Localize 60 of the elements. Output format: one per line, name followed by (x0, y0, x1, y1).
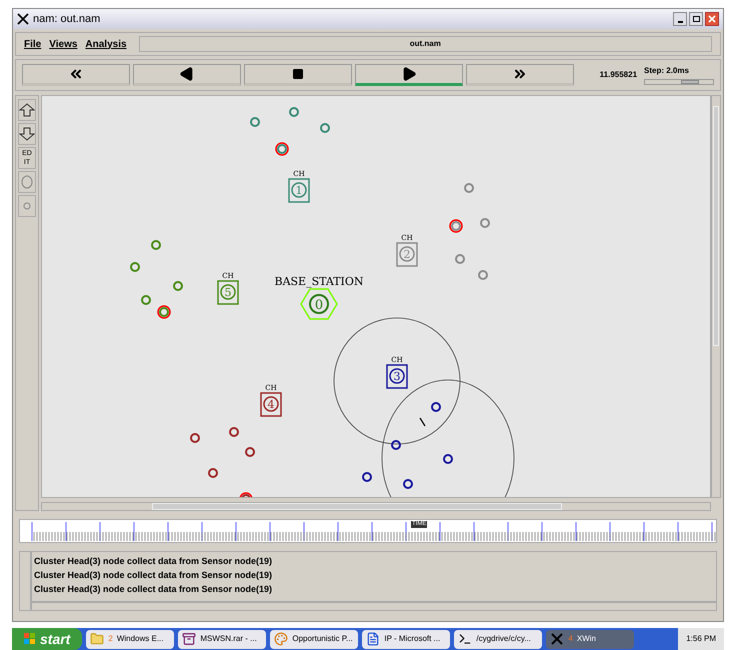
tool-button[interactable] (18, 123, 36, 145)
menu-item[interactable]: Views (49, 36, 78, 52)
play-icon (400, 66, 417, 82)
back-icon (178, 66, 195, 82)
slider-thumb[interactable] (681, 80, 700, 84)
stop-icon (292, 68, 304, 80)
cluster-head-node: 5 (217, 280, 239, 305)
log-scrollbar[interactable] (31, 602, 717, 611)
tool-button[interactable] (18, 99, 36, 121)
base-station-node: 0 (300, 288, 338, 320)
minimize-icon (678, 21, 682, 23)
log-line: Cluster Head(3) node collect data from Sensor node(19) (34, 583, 274, 596)
taskbar-task[interactable]: IP - Microsoft ... (362, 630, 450, 648)
vertical-scrollbar[interactable] (711, 95, 721, 498)
document-icon (366, 632, 380, 646)
minimize-button[interactable] (673, 12, 687, 26)
log-line: Cluster Head(3) node collect data from Sensor node(19) (34, 569, 274, 582)
base-station-label: BASE_STATION (274, 275, 364, 288)
taskbar-task[interactable]: Opportunistic P... (270, 630, 358, 648)
x-logo-icon (550, 632, 564, 646)
window-title: nam: out.nam (33, 12, 100, 27)
maximize-icon (692, 16, 700, 22)
log-vertical-scrollbar[interactable] (19, 551, 31, 611)
step-label: Step: 2.0ms (644, 65, 690, 77)
x-logo-icon (17, 13, 29, 25)
horizontal-scrollbar[interactable] (41, 502, 711, 511)
palette-icon (274, 632, 288, 646)
transport-button[interactable] (244, 64, 352, 86)
cluster-head-node: 4 (260, 392, 282, 417)
small-circle-icon (23, 202, 31, 210)
scroll-thumb[interactable] (713, 106, 719, 346)
close-button[interactable] (705, 12, 719, 26)
terminal-icon (458, 632, 472, 646)
clock: 1:56 PM (686, 633, 716, 645)
arrow-up-icon (19, 103, 35, 117)
menu-item[interactable]: File (24, 36, 42, 52)
step-slider[interactable] (644, 79, 714, 85)
time-readout: 11.955821 (598, 69, 638, 81)
taskbar-task[interactable]: /cygdrive/c/cy... (454, 630, 542, 648)
archive-icon (182, 632, 196, 646)
close-icon (708, 15, 716, 23)
file-name-field: out.nam (138, 36, 712, 52)
windows-logo-icon (24, 633, 36, 645)
menu-item[interactable]: Analysis (85, 36, 127, 52)
cluster-head-node: 2 (396, 242, 418, 267)
cluster-head-node: 3 (386, 364, 408, 389)
maximize-button[interactable] (689, 12, 703, 26)
scroll-thumb[interactable] (152, 503, 562, 510)
packet-mark (420, 418, 426, 426)
arrow-down-icon (19, 127, 35, 141)
transport-button[interactable] (354, 64, 463, 86)
folder-icon (90, 632, 104, 646)
circle-icon (21, 175, 33, 189)
start-button[interactable]: start (12, 628, 82, 650)
transport-button[interactable] (132, 64, 241, 86)
cluster-head-node: 1 (288, 178, 310, 203)
taskbar-task[interactable]: 2 Windows E... (86, 630, 174, 648)
taskbar-task[interactable]: MSWSN.rar - ... (178, 630, 266, 648)
log-line: Cluster Head(3) node collect data from Sensor node(19) (34, 555, 274, 568)
taskbar-task[interactable]: 4 XWin (546, 630, 634, 648)
